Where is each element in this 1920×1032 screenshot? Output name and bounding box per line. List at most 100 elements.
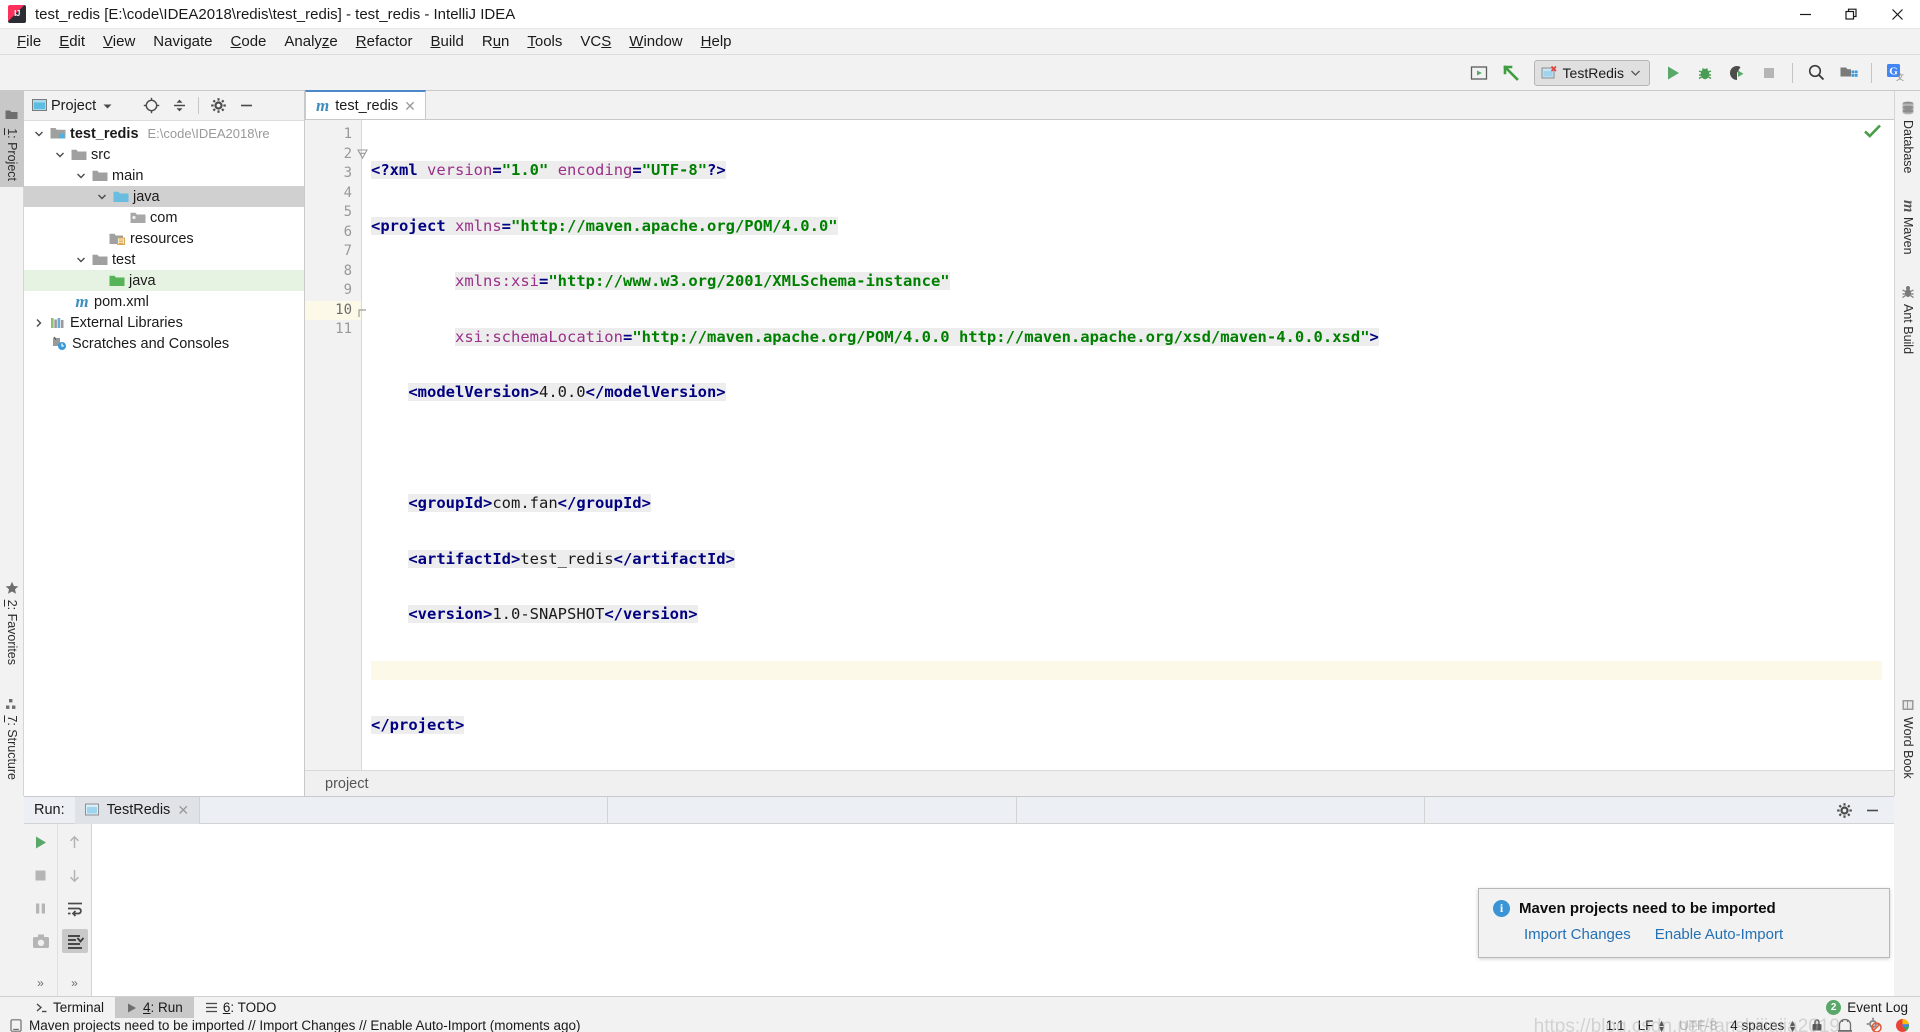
expand-more-icon[interactable]: » — [37, 976, 44, 990]
search-everywhere-button[interactable] — [1801, 59, 1831, 87]
sidebar-item-structure[interactable]: 7: Structure — [0, 674, 24, 786]
down-arrow-button[interactable] — [62, 863, 88, 887]
sidebar-item-ant-build[interactable]: Ant Build — [1896, 279, 1920, 367]
project-structure-button[interactable] — [1833, 59, 1863, 87]
sidebar-item-database[interactable]: Database — [1896, 95, 1920, 187]
menu-navigate[interactable]: Navigate — [144, 31, 221, 53]
status-message-area[interactable]: Maven projects need to be imported // Im… — [0, 1018, 581, 1032]
menu-help[interactable]: Help — [692, 31, 741, 53]
chevron-right-icon[interactable] — [32, 316, 46, 330]
tree-node-test[interactable]: test — [24, 249, 304, 270]
caret-position[interactable]: 1:1 — [1606, 1018, 1625, 1032]
file-encoding[interactable]: UTF-8 — [1679, 1018, 1717, 1032]
line-number: 6 — [343, 223, 352, 240]
menu-edit[interactable]: Edit — [50, 31, 94, 53]
chevron-down-icon[interactable] — [53, 148, 67, 162]
enable-auto-import-link[interactable]: Enable Auto-Import — [1655, 926, 1783, 943]
menu-analyze[interactable]: Analyze — [275, 31, 346, 53]
hide-icon[interactable] — [1860, 798, 1884, 822]
tree-node-main[interactable]: main — [24, 165, 304, 186]
indent-setting[interactable]: 4 spaces ▲ ▼ — [1730, 1018, 1797, 1032]
sidebar-item-favorites[interactable]: 2: Favorites — [0, 563, 24, 671]
tree-node-com[interactable]: com — [24, 207, 304, 228]
module-icon — [50, 126, 66, 141]
chevron-down-icon[interactable] — [74, 169, 88, 183]
bottom-tab-terminal[interactable]: Terminal — [24, 997, 115, 1019]
bottom-tab-run[interactable]: 4: Run — [115, 996, 194, 1019]
breadcrumb-item-project[interactable]: project — [325, 776, 369, 792]
close-icon[interactable]: ✕ — [177, 803, 189, 817]
update-project-icon[interactable] — [1496, 59, 1526, 87]
scroll-from-source-icon[interactable] — [139, 94, 163, 118]
tree-node-external-libraries[interactable]: External Libraries — [24, 312, 304, 333]
soft-wrap-button[interactable] — [62, 896, 88, 920]
editor-marker-bar[interactable] — [1882, 120, 1894, 770]
status-badge: 2 — [1826, 1000, 1842, 1015]
menu-window[interactable]: Window — [620, 31, 691, 53]
tree-node-label: External Libraries — [70, 314, 183, 331]
tree-node-main-java[interactable]: java — [24, 186, 304, 207]
menu-vcs[interactable]: VCS — [571, 31, 620, 53]
lock-icon[interactable] — [1810, 1018, 1824, 1032]
background-tasks-icon[interactable] — [1866, 1017, 1882, 1032]
code-text[interactable]: <?xml version="1.0" encoding="UTF-8"?> <… — [362, 120, 1882, 770]
tree-node-scratches-and-consoles[interactable]: Scratches and Consoles — [24, 333, 304, 354]
bottom-tab-todo[interactable]: 6: TODO — [194, 997, 288, 1019]
menu-run[interactable]: Run — [473, 31, 519, 53]
menu-code[interactable]: Code — [222, 31, 276, 53]
run-tab-testredis[interactable]: TestRedis ✕ — [74, 796, 200, 824]
close-icon[interactable]: ✕ — [404, 99, 416, 113]
scroll-to-end-button[interactable] — [61, 929, 88, 953]
menu-view[interactable]: View — [94, 31, 144, 53]
ok-checkmark-icon[interactable] — [1864, 124, 1881, 138]
sidebar-item-word-book[interactable]: Word Book — [1896, 692, 1920, 790]
dump-threads-button[interactable] — [28, 929, 54, 953]
tree-node-test-redis[interactable]: test_redis E:\code\IDEA2018\re — [24, 123, 304, 144]
chevron-down-icon[interactable] — [74, 253, 88, 267]
line-separator[interactable]: LF ▲ ▼ — [1638, 1018, 1666, 1032]
project-tree[interactable]: test_redis E:\code\IDEA2018\re src main … — [24, 121, 304, 796]
breadcrumb[interactable]: project — [305, 770, 1894, 796]
restore-icon[interactable] — [1828, 0, 1874, 29]
import-changes-link[interactable]: Import Changes — [1524, 926, 1631, 943]
event-log-button[interactable]: 2 Event Log — [1826, 1000, 1920, 1015]
pause-button[interactable] — [28, 896, 54, 920]
close-icon[interactable] — [1874, 0, 1920, 29]
hector-inspection-icon[interactable] — [1837, 1018, 1853, 1032]
translate-button[interactable]: G 文 — [1880, 59, 1910, 87]
chevron-down-icon[interactable] — [95, 190, 109, 204]
chevron-down-icon[interactable] — [32, 127, 46, 141]
editor-tab-test-redis[interactable]: m test_redis ✕ — [305, 90, 426, 119]
stop-button[interactable] — [1754, 59, 1784, 87]
menu-refactor[interactable]: Refactor — [347, 31, 422, 53]
sidebar-item-project[interactable]: 1: Project — [0, 91, 24, 187]
collapse-all-icon[interactable] — [167, 94, 191, 118]
run-with-coverage-button[interactable] — [1722, 59, 1752, 87]
run-configuration-selector[interactable]: TestRedis — [1533, 59, 1650, 86]
translate-icon[interactable] — [1895, 1018, 1910, 1032]
sidebar-item-maven[interactable]: m Maven — [1896, 194, 1920, 272]
minimize-icon[interactable] — [1782, 0, 1828, 29]
hide-icon[interactable] — [234, 94, 258, 118]
settings-gear-icon[interactable] — [206, 94, 230, 118]
expand-more-icon[interactable]: » — [71, 976, 78, 990]
menu-build[interactable]: Build — [421, 31, 472, 53]
tree-node-pom-xml[interactable]: m pom.xml — [24, 291, 304, 312]
menu-tools[interactable]: Tools — [518, 31, 571, 53]
settings-gear-icon[interactable] — [1832, 798, 1856, 822]
tree-node-resources[interactable]: resources — [24, 228, 304, 249]
up-arrow-button[interactable] — [62, 830, 88, 854]
select-run-configuration-icon[interactable] — [1464, 59, 1494, 87]
tree-node-test-java[interactable]: java — [24, 270, 304, 291]
rerun-button[interactable] — [28, 830, 54, 854]
menu-file[interactable]: File — [8, 31, 50, 53]
error-stripe[interactable] — [1882, 120, 1894, 770]
run-button[interactable] — [1658, 59, 1688, 87]
folder-icon — [92, 253, 108, 267]
code-editor[interactable]: 1 2 3 4 5 6 7 8 9 10 11 <?xml version="1… — [305, 120, 1894, 770]
stop-button[interactable] — [28, 863, 54, 887]
debug-button[interactable] — [1690, 59, 1720, 87]
chevron-down-icon[interactable] — [102, 102, 113, 110]
tree-node-label: com — [150, 209, 178, 226]
tree-node-src[interactable]: src — [24, 144, 304, 165]
